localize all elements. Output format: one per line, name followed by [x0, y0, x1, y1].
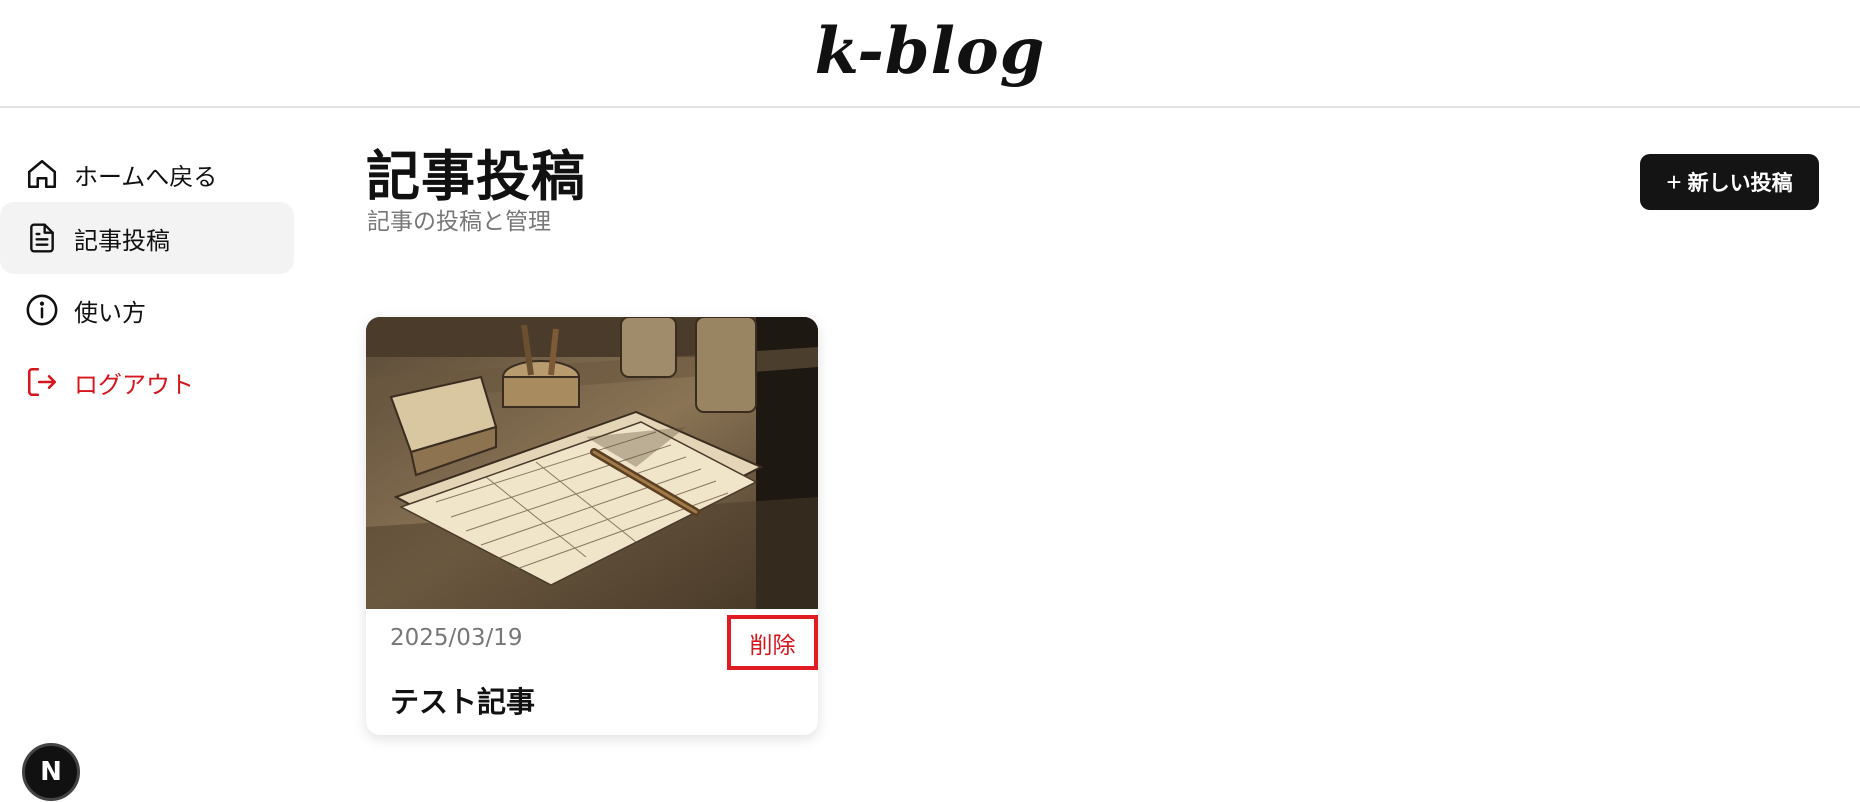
post-thumbnail [366, 317, 818, 609]
document-icon [24, 220, 60, 256]
sidebar-item-label: ログアウト [74, 370, 194, 399]
site-header: k-blog [0, 0, 1860, 108]
info-icon [24, 292, 60, 328]
sidebar-item-howto[interactable]: 使い方 [0, 274, 294, 346]
sidebar-item-label: 使い方 [74, 298, 146, 327]
page-subtitle: 記事の投稿と管理 [367, 209, 551, 235]
new-post-button[interactable]: + 新しい投稿 [1640, 154, 1819, 210]
plus-icon: + [1666, 166, 1682, 197]
sidebar-item-posts[interactable]: 記事投稿 [0, 202, 294, 274]
page-title: 記事投稿 [366, 145, 586, 208]
logout-icon [24, 364, 60, 400]
site-logo[interactable]: k-blog [815, 14, 1046, 89]
post-date: 2025/03/19 [390, 625, 523, 651]
dev-tools-badge[interactable]: N [22, 743, 80, 801]
sidebar-item-label: 記事投稿 [74, 226, 170, 255]
post-card[interactable]: 2025/03/19 削除 テスト記事 [366, 317, 818, 735]
delete-button[interactable]: 削除 [727, 615, 818, 670]
post-title[interactable]: テスト記事 [390, 679, 535, 721]
home-icon [24, 156, 60, 192]
sidebar-item-label: ホームへ戻る [74, 162, 218, 191]
sidebar-item-home[interactable]: ホームへ戻る [0, 138, 294, 210]
new-post-label: 新しい投稿 [1687, 172, 1793, 195]
sidebar-item-logout[interactable]: ログアウト [0, 346, 294, 418]
